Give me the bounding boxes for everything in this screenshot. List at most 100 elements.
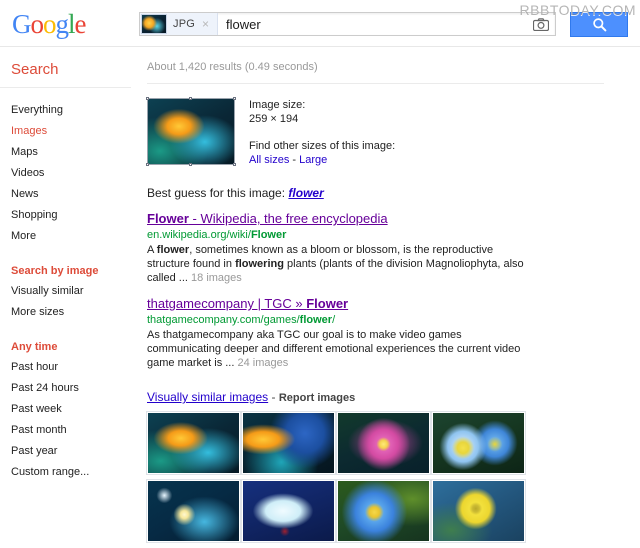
search-result-1: Flower - Wikipedia, the free encyclopedi… xyxy=(139,200,640,285)
crop-handle-top-left[interactable] xyxy=(146,97,149,100)
result-1-snippet-keyword-1: flower xyxy=(156,244,190,256)
logo-letter-e: e xyxy=(74,9,87,39)
sidebar-item-visually-similar[interactable]: Visually similar xyxy=(0,281,139,302)
sidebar-nav: Everything Images Maps Videos News Shopp… xyxy=(0,100,139,247)
sidebar-item-past-24-hours[interactable]: Past 24 hours xyxy=(0,378,139,399)
sidebar-item-shopping[interactable]: Shopping xyxy=(0,205,139,226)
visually-similar-link[interactable]: Visually similar images xyxy=(147,390,268,404)
report-images-link[interactable]: Report images xyxy=(279,392,355,404)
sidebar-divider xyxy=(0,87,131,88)
result-1-title-keyword: Flower xyxy=(147,211,189,226)
sidebar-item-news[interactable]: News xyxy=(0,184,139,205)
other-sizes-links: All sizes - Large xyxy=(249,153,395,167)
visually-similar-separator: - xyxy=(268,390,279,404)
visually-similar-grid xyxy=(139,411,529,548)
result-stats: About 1,420 results (0.49 seconds) xyxy=(147,61,318,73)
image-size-label: Image size: xyxy=(249,99,306,111)
best-guess-label: Best guess for this image: xyxy=(147,186,286,200)
visually-similar-header: Visually similar images - Report images xyxy=(139,370,640,412)
image-size-value: 259 × 194 xyxy=(249,113,299,125)
sidebar-item-more[interactable]: More xyxy=(0,226,139,247)
search-result-2: thatgamecompany | TGC » Flower thatgamec… xyxy=(139,285,640,370)
large-size-link[interactable]: Large xyxy=(299,154,327,166)
result-2-snippet-text: As thatgamecompany aka TGC our goal is t… xyxy=(147,329,521,369)
sidebar-item-past-hour[interactable]: Past hour xyxy=(0,357,139,378)
similar-thumbnail-6[interactable] xyxy=(241,479,336,543)
source-image-card: Image size: 259 × 194 Find other sizes o… xyxy=(139,84,640,167)
crop-handle-top-right[interactable] xyxy=(233,97,236,100)
sidebar-group-any-time: Any time xyxy=(11,341,58,353)
result-2-url-suffix: / xyxy=(332,314,336,326)
search-input[interactable] xyxy=(218,14,555,34)
result-1-snippet-part-1: A xyxy=(147,244,157,256)
similar-thumbnail-7[interactable] xyxy=(336,479,431,543)
similar-thumbnail-5[interactable] xyxy=(146,479,241,543)
other-sizes-label: Find other sizes of this image: xyxy=(249,140,396,152)
result-2-title[interactable]: thatgamecompany | TGC » Flower xyxy=(147,296,348,312)
chip-file-type-label: JPG xyxy=(173,18,195,30)
chip-remove-icon[interactable]: × xyxy=(197,18,213,30)
crop-handle-bottom-left[interactable] xyxy=(146,163,149,166)
image-search-chip[interactable]: JPG × xyxy=(140,13,219,35)
sidebar-item-maps[interactable]: Maps xyxy=(0,142,139,163)
best-guess-term-link[interactable]: flower xyxy=(288,186,323,200)
source-image-thumbnail[interactable] xyxy=(146,97,236,166)
result-2-image-count[interactable]: 24 images xyxy=(237,357,288,369)
all-sizes-link[interactable]: All sizes xyxy=(249,154,289,166)
result-1-snippet-keyword-2: flowering xyxy=(235,258,284,270)
sidebar-group-items-2: Past hour Past 24 hours Past week Past m… xyxy=(0,357,139,483)
sidebar-item-everything[interactable]: Everything xyxy=(0,100,139,121)
sidebar-item-videos[interactable]: Videos xyxy=(0,163,139,184)
result-1-url-keyword: Flower xyxy=(250,229,287,241)
logo-letter-g1: G xyxy=(12,9,31,39)
magnifier-icon xyxy=(592,18,606,32)
site-watermark: RBBTODAY.COM xyxy=(519,2,636,18)
logo-letter-g2: g xyxy=(55,9,69,39)
crop-handle-bottom-center[interactable] xyxy=(189,163,192,166)
sidebar-group-search-by-image: Search by image xyxy=(11,265,99,277)
sidebar-item-custom-range[interactable]: Custom range... xyxy=(0,462,139,483)
main-content: About 1,420 results (0.49 seconds) Image… xyxy=(139,47,640,548)
sidebar-item-images[interactable]: Images xyxy=(0,121,139,142)
result-1-image-count[interactable]: 18 images xyxy=(191,272,242,284)
result-1-url-plain: en.wikipedia.org/wiki/ xyxy=(147,229,251,241)
source-image-meta: Image size: 259 × 194 Find other sizes o… xyxy=(235,98,395,167)
result-1-snippet: A flower, sometimes known as a bloom or … xyxy=(147,242,537,285)
camera-icon[interactable] xyxy=(533,18,549,31)
search-bar[interactable]: JPG × xyxy=(139,12,556,36)
similar-thumbnail-4[interactable] xyxy=(431,411,526,475)
page-body: Search Everything Images Maps Videos New… xyxy=(0,47,640,548)
logo-letter-o1: o xyxy=(30,9,44,39)
result-2-url-keyword: flower xyxy=(299,314,333,326)
sidebar-item-past-week[interactable]: Past week xyxy=(0,399,139,420)
meta-spacer xyxy=(249,126,395,139)
similar-thumbnail-1[interactable] xyxy=(146,411,241,475)
page-header: Google JPG × RBBTODAY.COM xyxy=(0,0,640,47)
crop-handle-top-center[interactable] xyxy=(189,97,192,100)
result-1-title[interactable]: Flower - Wikipedia, the free encyclopedi… xyxy=(147,211,388,227)
similar-thumbnail-8[interactable] xyxy=(431,479,526,543)
best-guess-row: Best guess for this image: flower xyxy=(139,167,640,200)
similar-thumbnail-2[interactable] xyxy=(241,411,336,475)
sidebar-group-items-1: Visually similar More sizes xyxy=(0,281,139,323)
result-2-url: thatgamecompany.com/games/flower/ xyxy=(147,312,640,327)
similar-thumbnail-3[interactable] xyxy=(336,411,431,475)
sidebar: Search Everything Images Maps Videos New… xyxy=(0,47,139,548)
sidebar-item-more-sizes[interactable]: More sizes xyxy=(0,302,139,323)
logo-letter-o2: o xyxy=(43,9,56,39)
sidebar-item-past-year[interactable]: Past year xyxy=(0,441,139,462)
link-separator: - xyxy=(289,154,300,166)
google-logo[interactable]: Google xyxy=(12,11,86,38)
chip-thumbnail-icon xyxy=(141,14,167,34)
result-2-url-plain: thatgamecompany.com/games/ xyxy=(147,314,300,326)
result-2-snippet: As thatgamecompany aka TGC our goal is t… xyxy=(147,327,537,370)
result-1-title-rest: - Wikipedia, the free encyclopedia xyxy=(188,211,388,226)
sidebar-item-past-month[interactable]: Past month xyxy=(0,420,139,441)
result-2-title-prefix: thatgamecompany | TGC » xyxy=(147,296,307,311)
sidebar-heading: Search xyxy=(11,61,59,78)
crop-handle-bottom-right[interactable] xyxy=(233,163,236,166)
result-2-title-keyword: Flower xyxy=(306,296,349,311)
result-1-url: en.wikipedia.org/wiki/Flower xyxy=(147,227,640,242)
